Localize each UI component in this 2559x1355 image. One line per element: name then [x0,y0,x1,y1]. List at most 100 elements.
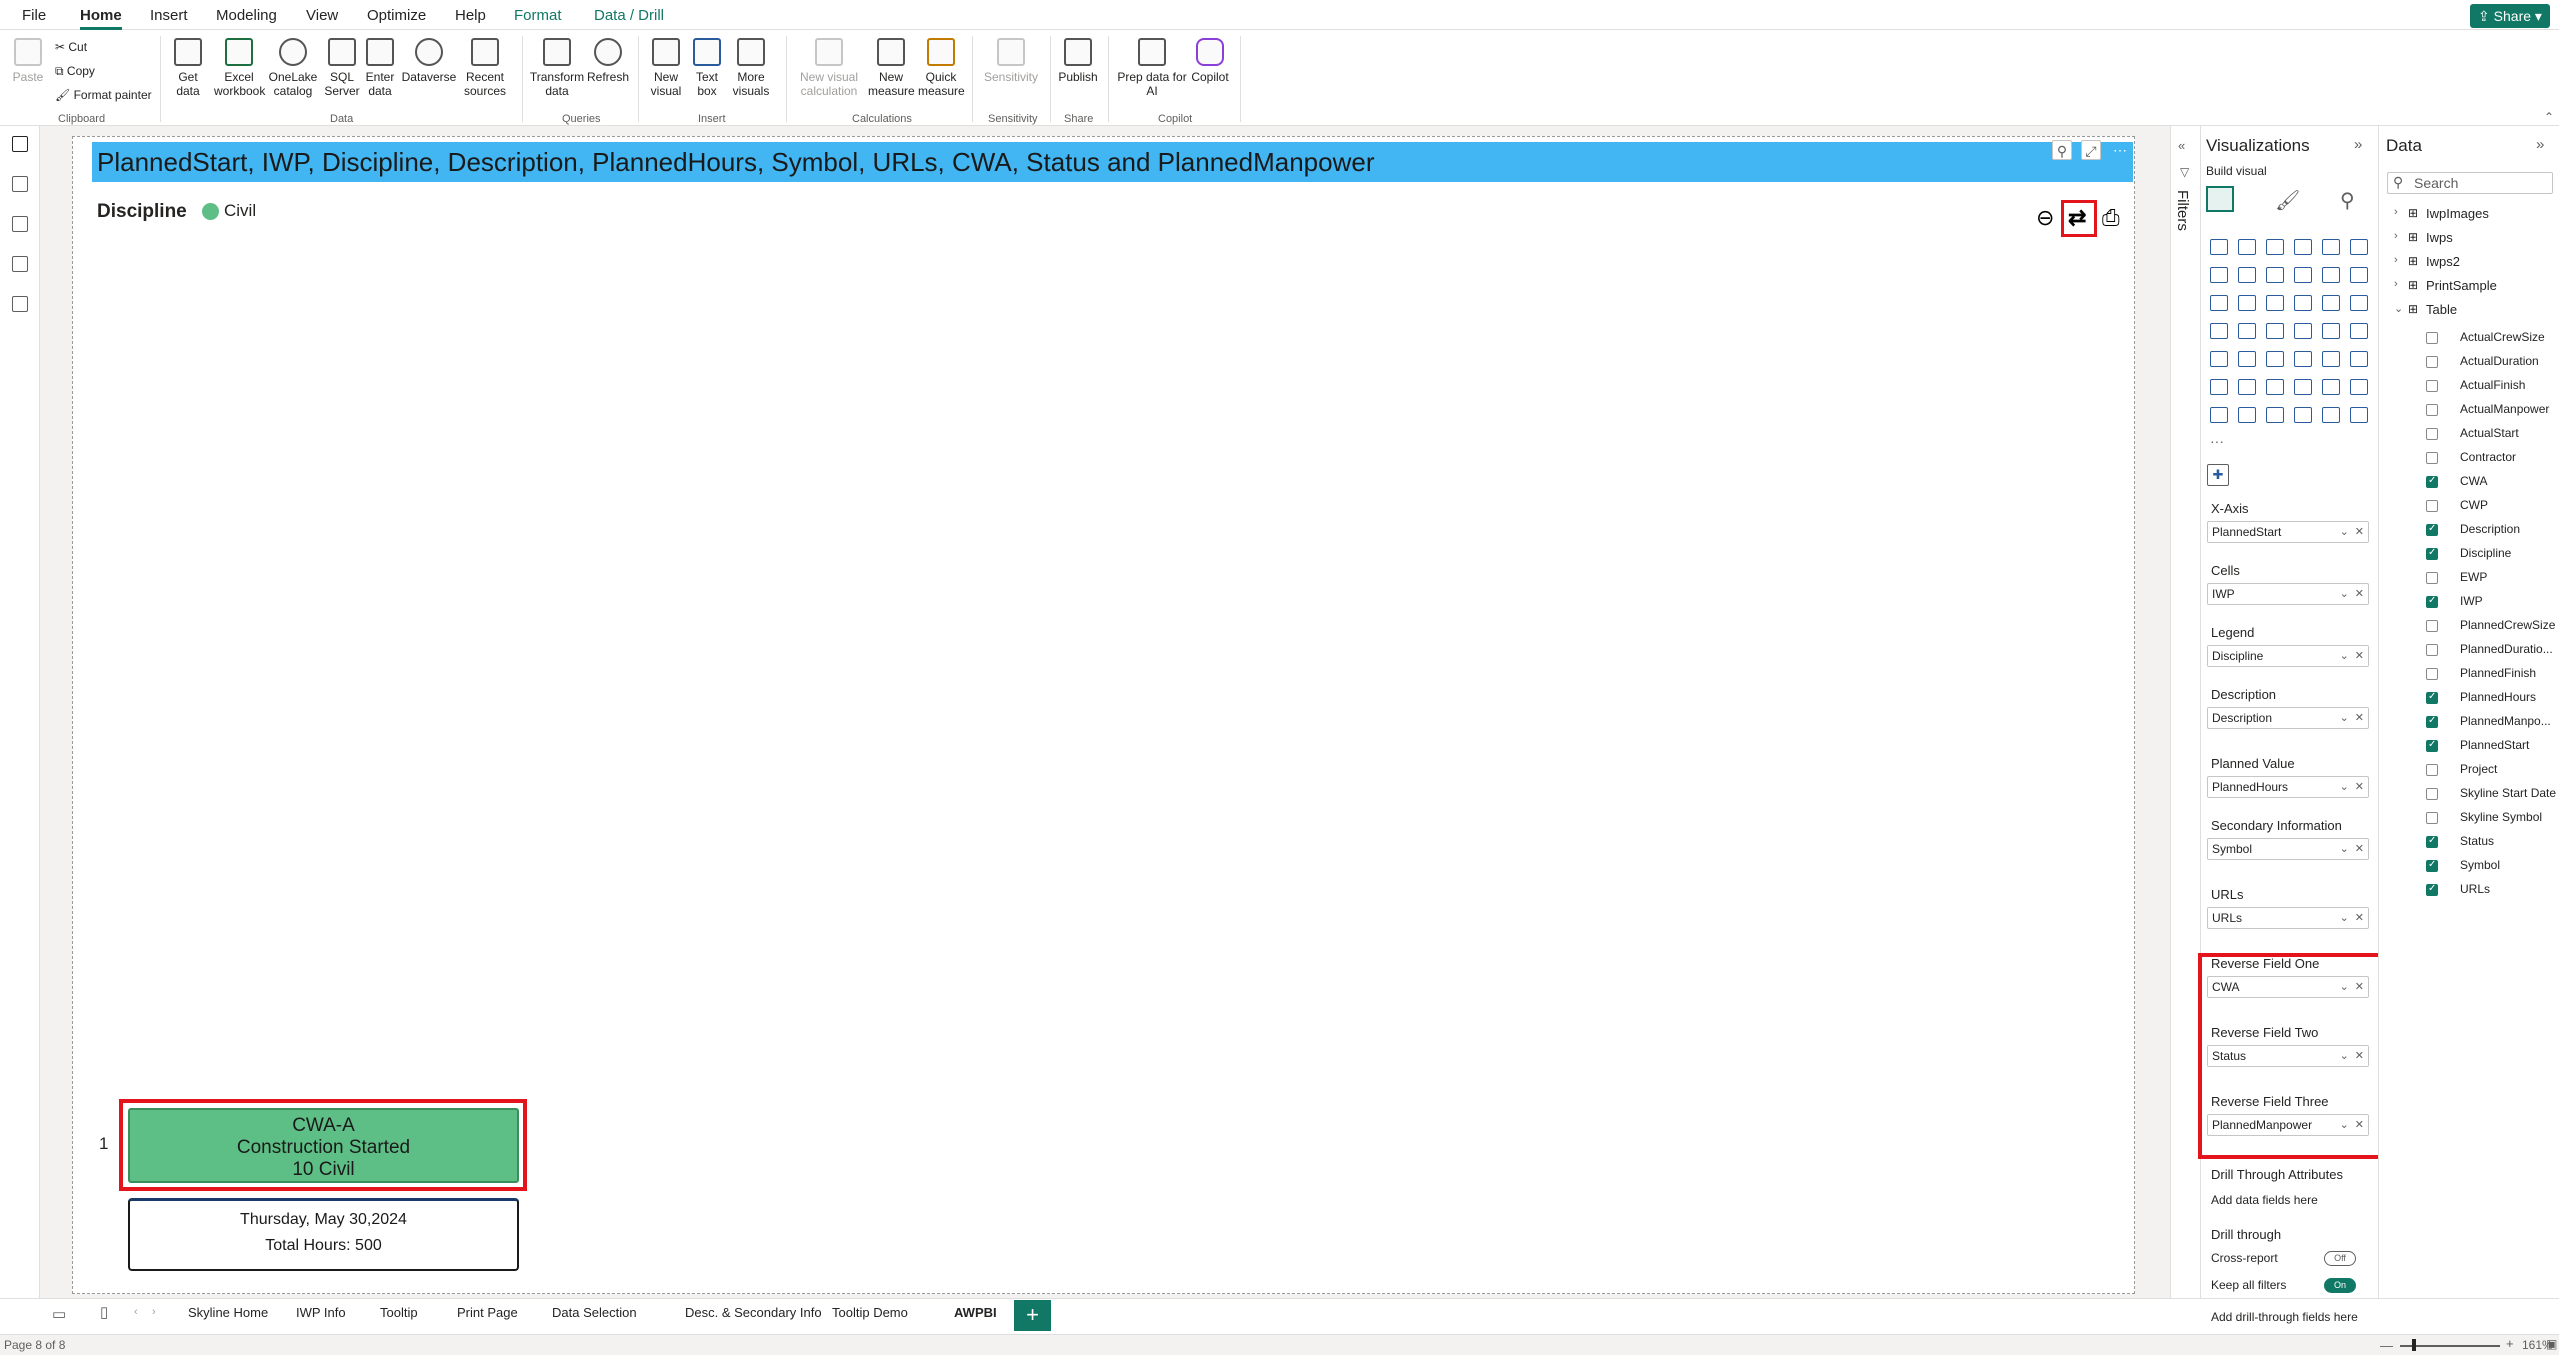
field-name[interactable]: PlannedHours [2460,690,2536,704]
page-tab-data-selection[interactable]: Data Selection [552,1305,637,1320]
field-checkbox[interactable] [2426,691,2438,704]
zoom-in-plus-icon[interactable]: + [2506,1336,2514,1351]
paste-button[interactable]: Paste [10,38,46,84]
page-tab-tooltip-demo[interactable]: Tooltip Demo [832,1305,908,1320]
visual-type-icon[interactable] [2210,407,2228,423]
field-name[interactable]: PlannedCrewSize [2460,618,2555,632]
visual-type-icon[interactable] [2266,407,2284,423]
table-name[interactable]: Table [2426,302,2457,317]
field-checkbox[interactable] [2426,644,2438,656]
page-tab-skyline-home[interactable]: Skyline Home [188,1305,268,1320]
page-tab-awpbi[interactable]: AWPBI [954,1305,997,1320]
visual-type-icon[interactable] [2238,379,2256,395]
visual-type-icon[interactable] [2322,407,2340,423]
chevron-down-icon[interactable]: ⌄ [2340,650,2349,662]
field-name[interactable]: ActualManpower [2460,402,2549,416]
tmdl-view-icon[interactable] [12,296,28,312]
chevron-right-icon[interactable]: › [2394,278,2398,290]
visual-type-icon[interactable] [2266,379,2284,395]
get-data-button[interactable]: Get data [168,38,208,98]
visual-type-icon[interactable] [2210,239,2228,255]
visual-type-icon[interactable] [2238,295,2256,311]
zoom-out-minus-icon[interactable]: — [2380,1338,2393,1353]
close-icon[interactable]: ✕ [2355,526,2364,538]
add-data-fields-drop[interactable]: Add data fields here [2207,1190,2369,1212]
chevron-right-icon[interactable]: › [2394,254,2398,266]
field-well-urls[interactable]: URLs ⌄ ✕ [2207,907,2369,929]
visual-type-icon[interactable] [2266,295,2284,311]
excel-workbook-button[interactable]: Excel workbook [214,38,265,98]
dataverse-button[interactable]: Dataverse [400,38,458,84]
field-checkbox[interactable] [2426,764,2438,776]
format-visual-tab-icon[interactable]: 🖌 [2275,188,2300,213]
enter-data-button[interactable]: Enter data [364,38,396,98]
field-name[interactable]: ActualCrewSize [2460,330,2545,344]
chevron-down-icon[interactable]: ⌄ [2340,781,2349,793]
close-icon[interactable]: ✕ [2355,588,2364,600]
close-icon[interactable]: ✕ [2355,712,2364,724]
page-tab-iwp-info[interactable]: IWP Info [296,1305,346,1320]
filter-icon[interactable]: ⚲ [2052,140,2072,160]
model-view-icon[interactable] [12,216,28,232]
field-name[interactable]: EWP [2460,570,2487,584]
chevron-down-icon[interactable]: ⌄ [2340,712,2349,724]
field-name[interactable]: CWA [2460,474,2488,488]
table-view-icon[interactable] [12,176,28,192]
close-icon[interactable]: ✕ [2355,912,2364,924]
build-visual-tab-icon[interactable] [2206,186,2234,212]
mobile-layout-icon[interactable]: ▯ [100,1303,108,1321]
share-button[interactable]: ⇪ Share ▾ [2470,4,2550,28]
visual-type-icon[interactable] [2266,323,2284,339]
field-name[interactable]: CWP [2460,498,2488,512]
chevron-down-icon[interactable]: ⌄ [2340,843,2349,855]
report-view-icon[interactable] [12,136,28,152]
field-name[interactable]: Status [2460,834,2494,848]
custom-visual-icon[interactable]: ✚ [2207,464,2229,486]
visual-type-icon[interactable] [2322,379,2340,395]
collapse-viz-icon[interactable]: » [2354,136,2362,153]
field-checkbox[interactable] [2426,523,2438,536]
field-name[interactable]: PlannedStart [2460,738,2529,752]
fit-to-page-icon[interactable]: ▣ [2546,1337,2557,1351]
visual-type-icon[interactable] [2322,351,2340,367]
field-checkbox[interactable] [2426,788,2438,800]
visual-type-icon[interactable] [2238,323,2256,339]
visual-type-icon[interactable] [2322,295,2340,311]
filters-pane-collapsed[interactable] [2170,126,2200,1298]
new-measure-button[interactable]: New measure [868,38,915,98]
visual-type-icon[interactable] [2294,267,2312,283]
skyline-card[interactable]: CWA-A Construction Started 10 Civil [128,1108,519,1183]
visual-type-icon[interactable] [2266,239,2284,255]
filters-label[interactable]: Filters [2174,190,2191,231]
tab-optimize[interactable]: Optimize [367,7,426,24]
chevron-down-icon[interactable]: ⌄ [2340,588,2349,600]
sensitivity-button[interactable]: Sensitivity [978,38,1044,84]
field-name[interactable]: Skyline Start Date [2460,786,2556,800]
tab-home[interactable]: Home [80,7,122,30]
collapse-ribbon-icon[interactable]: ⌃ [2544,110,2554,124]
chevron-right-icon[interactable]: › [2394,206,2398,218]
copilot-button[interactable]: Copilot [1188,38,1232,84]
field-name[interactable]: Symbol [2460,858,2500,872]
visual-type-icon[interactable] [2294,407,2312,423]
field-checkbox[interactable] [2426,812,2438,824]
field-checkbox[interactable] [2426,475,2438,488]
visual-type-icon[interactable] [2350,351,2368,367]
tab-format[interactable]: Format [514,7,562,24]
close-icon[interactable]: ✕ [2355,781,2364,793]
onelake-button[interactable]: OneLake catalog [266,38,320,98]
page-tab-print-page[interactable]: Print Page [457,1305,518,1320]
visual-type-icon[interactable] [2322,323,2340,339]
more-visuals-ellipsis-icon[interactable]: ··· [2210,433,2224,449]
desktop-layout-icon[interactable]: ▭ [52,1305,66,1323]
legend-item-civil[interactable]: Civil [224,201,256,221]
field-well-cells[interactable]: IWP ⌄ ✕ [2207,583,2369,605]
add-page-button[interactable]: + [1014,1300,1051,1331]
field-well-description[interactable]: Description ⌄ ✕ [2207,707,2369,729]
visual-type-icon[interactable] [2294,323,2312,339]
chevron-right-icon[interactable]: › [2394,230,2398,242]
field-checkbox[interactable] [2426,620,2438,632]
visual-type-icon[interactable] [2238,267,2256,283]
field-checkbox[interactable] [2426,452,2438,464]
cut-button[interactable]: ✂ Cut [55,40,87,54]
